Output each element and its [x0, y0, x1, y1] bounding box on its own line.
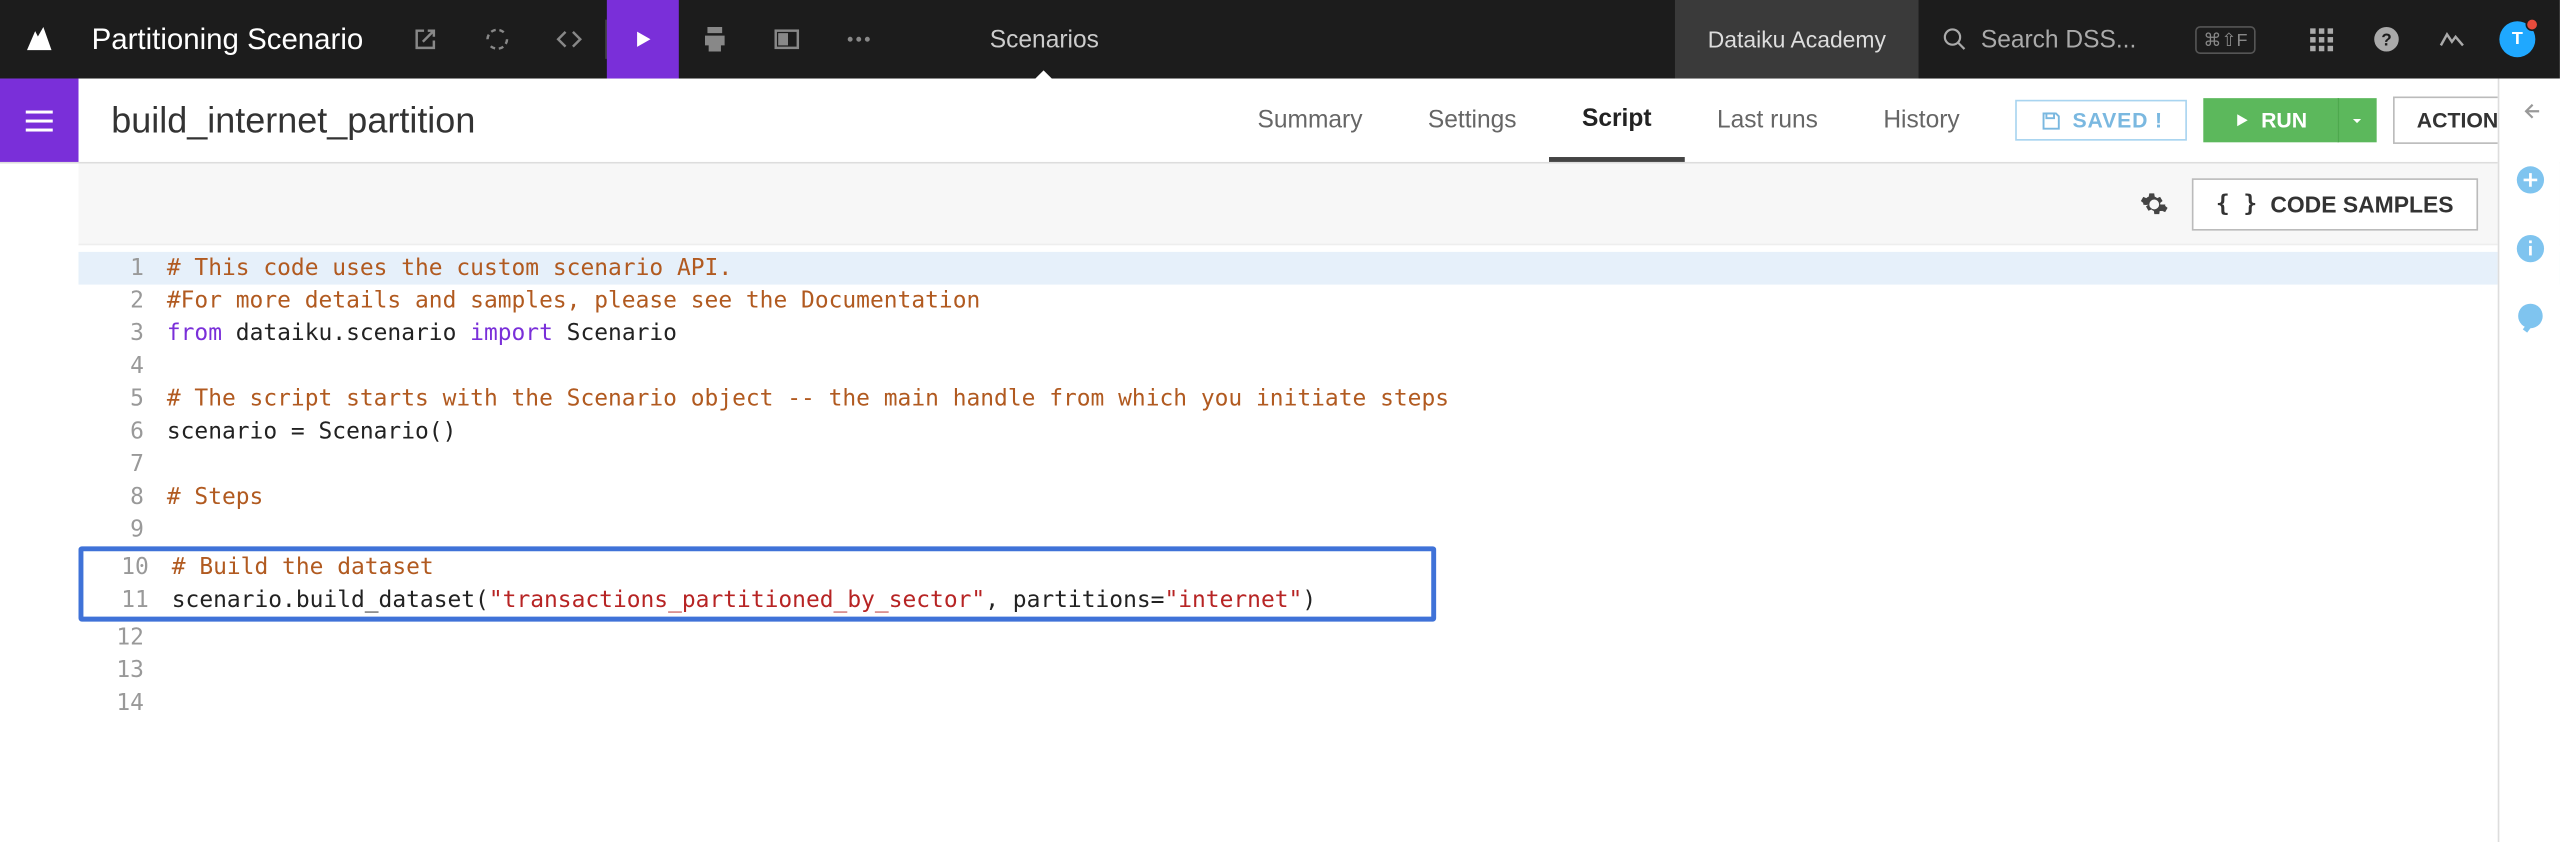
line-number: 1 — [79, 252, 158, 285]
add-circle-icon[interactable] — [2510, 160, 2549, 199]
list-icon[interactable] — [0, 79, 79, 162]
line-number: 5 — [79, 383, 158, 416]
breadcrumb-scenarios[interactable]: Scenarios — [960, 0, 1128, 79]
activity-icon[interactable] — [2422, 0, 2481, 79]
code-line[interactable]: 10# Build the dataset — [83, 551, 1431, 584]
braces-icon: { } — [2216, 191, 2257, 217]
code-content: #For more details and samples, please se… — [157, 285, 980, 318]
tab-script[interactable]: Script — [1549, 79, 1684, 162]
user-avatar[interactable]: T — [2488, 0, 2547, 79]
code-content — [157, 654, 181, 687]
comment-circle-icon[interactable] — [2510, 298, 2549, 337]
saved-indicator: SAVED ! — [2015, 100, 2187, 141]
academy-badge[interactable]: Dataiku Academy — [1675, 0, 1919, 79]
share-icon[interactable] — [389, 0, 461, 79]
collapse-arrow-icon[interactable] — [2510, 92, 2549, 131]
code-line[interactable]: 12 — [79, 622, 2560, 655]
line-number: 8 — [79, 481, 158, 514]
line-number: 4 — [79, 350, 158, 383]
product-logo[interactable] — [0, 0, 79, 79]
code-content: # The script starts with the Scenario ob… — [157, 383, 1449, 416]
run-dropdown[interactable] — [2337, 98, 2376, 142]
refresh-icon[interactable] — [461, 0, 533, 79]
code-line[interactable]: 4 — [79, 350, 2560, 383]
sub-bar: build_internet_partition Summary Setting… — [0, 79, 2560, 164]
code-line[interactable]: 9 — [79, 514, 2560, 547]
info-circle-icon[interactable] — [2510, 229, 2549, 268]
code-content — [157, 350, 181, 383]
code-line[interactable]: 6scenario = Scenario() — [79, 415, 2560, 448]
code-line[interactable]: 7 — [79, 448, 2560, 481]
apps-grid-icon[interactable] — [2292, 0, 2351, 79]
tab-last-runs[interactable]: Last runs — [1684, 79, 1850, 162]
print-icon[interactable] — [679, 0, 751, 79]
right-rail — [2498, 79, 2560, 842]
code-content — [157, 448, 181, 481]
code-content: # This code uses the custom scenario API… — [157, 252, 732, 285]
svg-text:?: ? — [2381, 29, 2391, 49]
code-content: # Steps — [157, 481, 263, 514]
line-number: 14 — [79, 687, 158, 720]
code-content: scenario = Scenario() — [157, 415, 456, 448]
line-number: 6 — [79, 415, 158, 448]
run-icon[interactable] — [607, 0, 679, 79]
notification-dot — [2526, 18, 2539, 31]
panel-icon[interactable] — [751, 0, 823, 79]
line-number: 7 — [79, 448, 158, 481]
line-number: 11 — [83, 584, 162, 617]
line-number: 13 — [79, 654, 158, 687]
gear-icon[interactable] — [2139, 189, 2168, 218]
run-button[interactable]: RUN — [2204, 98, 2337, 142]
search-input[interactable]: Search DSS... ⌘⇧F — [1919, 0, 2279, 79]
code-content — [157, 514, 181, 547]
code-icon[interactable] — [533, 0, 605, 79]
scenario-title: build_internet_partition — [79, 79, 476, 162]
search-placeholder: Search DSS... — [1981, 25, 2136, 53]
project-name[interactable]: Partitioning Scenario — [79, 22, 390, 56]
top-bar: Partitioning Scenario Scenarios Dataiku … — [0, 0, 2560, 79]
editor-toolbar: { } CODE SAMPLES — [79, 164, 2560, 246]
code-line[interactable]: 3from dataiku.scenario import Scenario — [79, 317, 2560, 350]
code-line[interactable]: 8# Steps — [79, 481, 2560, 514]
code-content: # Build the dataset — [162, 551, 434, 584]
more-icon[interactable] — [823, 0, 895, 79]
code-samples-button[interactable]: { } CODE SAMPLES — [2191, 177, 2478, 229]
code-line[interactable]: 11scenario.build_dataset("transactions_p… — [83, 584, 1431, 617]
code-content — [157, 622, 181, 655]
line-number: 2 — [79, 285, 158, 318]
tab-summary[interactable]: Summary — [1225, 79, 1395, 162]
help-icon[interactable]: ? — [2357, 0, 2416, 79]
code-content: from dataiku.scenario import Scenario — [157, 317, 677, 350]
code-line[interactable]: 14 — [79, 687, 2560, 720]
tab-settings[interactable]: Settings — [1395, 79, 1549, 162]
scenario-tabs: Summary Settings Script Last runs Histor… — [1225, 79, 1993, 162]
code-editor[interactable]: 1# This code uses the custom scenario AP… — [79, 245, 2560, 719]
code-line[interactable]: 2#For more details and samples, please s… — [79, 285, 2560, 318]
line-number: 3 — [79, 317, 158, 350]
code-line[interactable]: 5# The script starts with the Scenario o… — [79, 383, 2560, 416]
code-content: scenario.build_dataset("transactions_par… — [162, 584, 1316, 617]
code-line[interactable]: 1# This code uses the custom scenario AP… — [79, 252, 2560, 285]
code-content — [157, 687, 181, 720]
highlighted-code-block: 10# Build the dataset11scenario.build_da… — [79, 546, 1437, 621]
line-number: 9 — [79, 514, 158, 547]
tab-history[interactable]: History — [1851, 79, 1993, 162]
line-number: 10 — [83, 551, 162, 584]
line-number: 12 — [79, 622, 158, 655]
code-line[interactable]: 13 — [79, 654, 2560, 687]
search-shortcut: ⌘⇧F — [2195, 25, 2255, 53]
